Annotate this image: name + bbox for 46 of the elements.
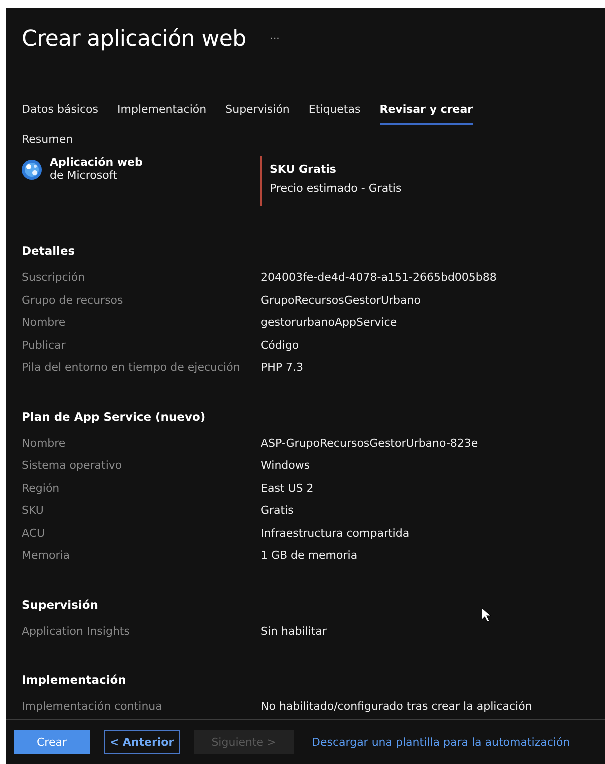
- field-value: Infraestructura compartida: [261, 526, 410, 542]
- field-label: Sistema operativo: [22, 458, 124, 474]
- field-value: PHP 7.3: [261, 360, 304, 376]
- tab[interactable]: Datos básicos: [22, 100, 99, 125]
- field-label: ACU: [22, 526, 46, 542]
- price-text: Precio estimado - Gratis: [270, 181, 402, 197]
- section-heading: Detalles: [22, 243, 76, 260]
- field-value: 1 GB de memoria: [261, 548, 358, 564]
- field-label: SKU: [22, 503, 45, 519]
- field-value: ASP-GrupoRecursosGestorUrbano-823e: [261, 436, 478, 452]
- field-value: East US 2: [261, 480, 314, 496]
- section-heading: Supervisión: [22, 596, 100, 614]
- field-value: Código: [261, 338, 300, 354]
- field-label: Nombre: [22, 315, 67, 331]
- section-heading: Implementación: [22, 672, 128, 689]
- field-label: Grupo de recursos: [22, 292, 124, 308]
- field-value: Sin habilitar: [261, 624, 327, 640]
- field-value: gestorurbanoAppService: [261, 315, 398, 331]
- tab[interactable]: Implementación: [118, 100, 207, 125]
- field-value: GrupoRecursosGestorUrbano: [261, 292, 421, 308]
- page-title: Crear aplicación web: [22, 26, 246, 52]
- field-label: Implementación continua: [22, 699, 164, 715]
- download-template-link[interactable]: Descargar una plantilla para la automatización: [312, 736, 570, 748]
- field-value: No habilitado/configurado tras crear la aplicación: [261, 699, 532, 715]
- summary-heading: Resumen: [22, 133, 74, 146]
- nav-button[interactable]: < Anterior: [104, 730, 180, 754]
- field-label: Application Insights: [22, 624, 131, 640]
- pointer-icon: [482, 608, 492, 623]
- tab[interactable]: Revisar y crear: [380, 100, 474, 125]
- product-name: Aplicación web: [50, 156, 143, 169]
- field-value: Gratis: [261, 503, 294, 519]
- field-label: Memoria: [22, 548, 72, 564]
- tab[interactable]: Supervisión: [226, 100, 290, 125]
- field-label: Suscripción: [22, 270, 86, 286]
- field-label: Región: [22, 480, 61, 496]
- field-value: 204003fe-de4d-4078-a151-2665bd005b88: [261, 270, 497, 286]
- globe-icon: [22, 160, 42, 180]
- tab[interactable]: Etiquetas: [308, 100, 361, 125]
- more-button[interactable]: ···: [270, 34, 280, 44]
- field-value: Windows: [261, 458, 310, 474]
- field-label: Nombre: [22, 436, 67, 452]
- section-heading: Plan de App Service (nuevo): [22, 408, 207, 426]
- field-label: Pila del entorno en tiempo de ejecución: [22, 360, 242, 376]
- sku-title: SKU Gratis: [270, 162, 338, 178]
- publisher: de Microsoft: [50, 169, 118, 182]
- field-label: Publicar: [22, 338, 67, 354]
